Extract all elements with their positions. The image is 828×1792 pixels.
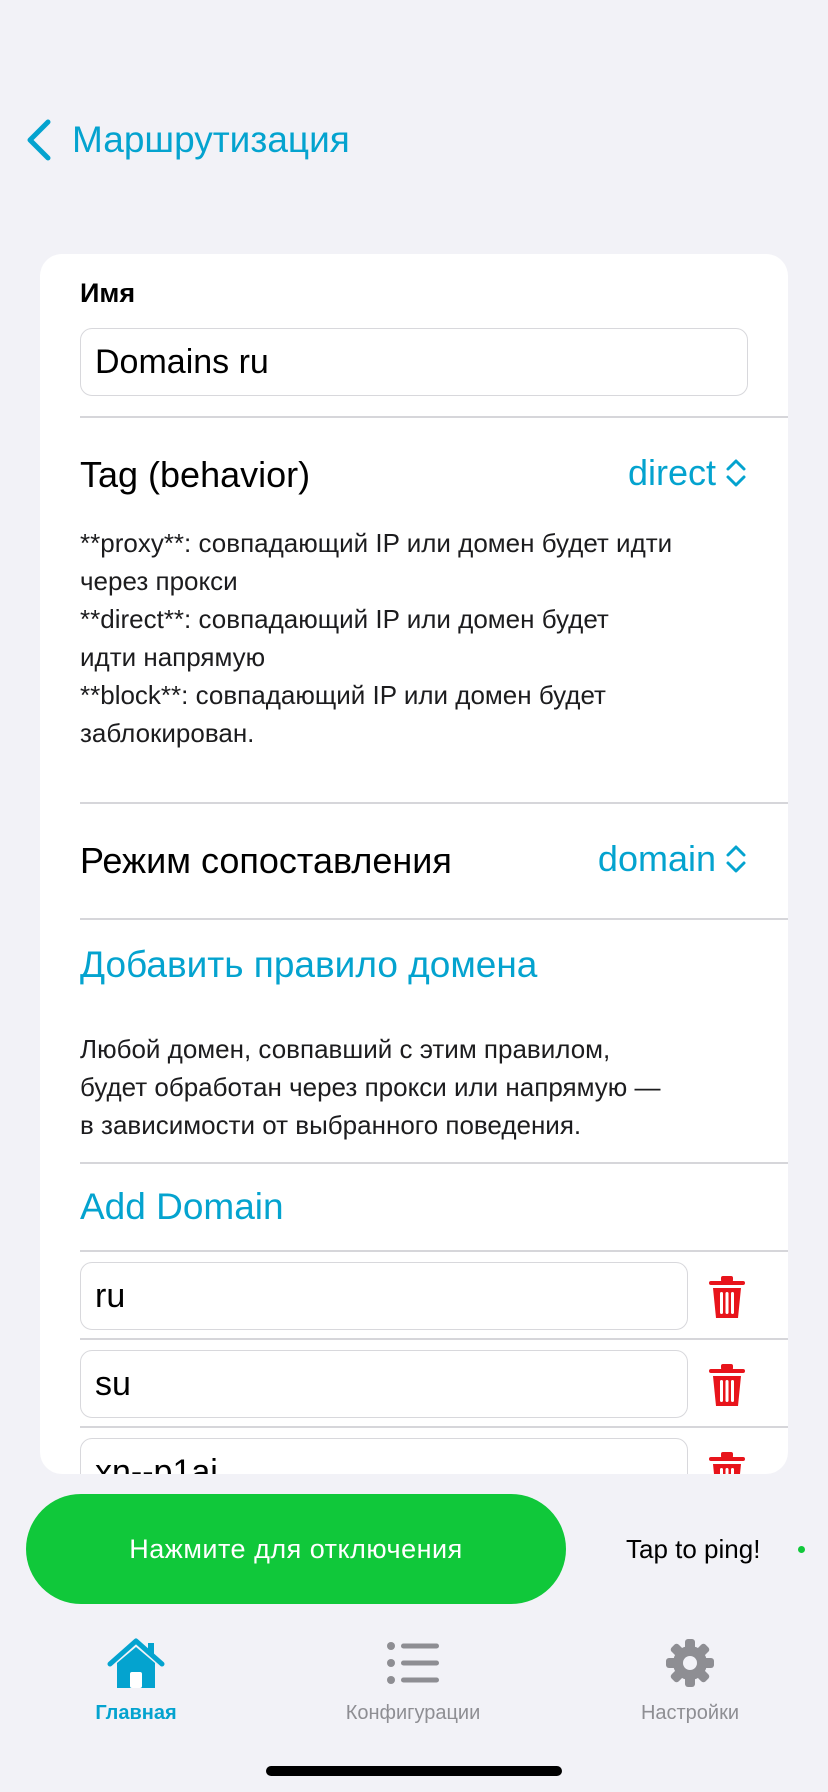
trash-icon[interactable] <box>706 1450 748 1474</box>
chevron-left-icon <box>27 119 51 161</box>
status-dot <box>798 1546 805 1553</box>
separator <box>80 1250 788 1252</box>
chevron-up-down-icon <box>726 845 746 873</box>
match-mode-label: Режим сопоставления <box>80 840 452 881</box>
trash-icon[interactable] <box>706 1362 748 1408</box>
separator <box>80 416 788 418</box>
tab-settings[interactable]: Настройки <box>590 1636 790 1725</box>
tab-home[interactable]: Главная <box>36 1636 236 1725</box>
domain-input[interactable] <box>80 1262 688 1330</box>
domain-input[interactable] <box>80 1350 688 1418</box>
list-icon <box>387 1642 439 1684</box>
name-input[interactable] <box>80 328 748 396</box>
domain-input[interactable] <box>80 1438 688 1474</box>
add-domain-rule-button[interactable]: Добавить правило домена <box>80 944 537 986</box>
nav-title: Маршрутизация <box>72 119 350 160</box>
separator <box>80 802 788 804</box>
rule-description: Любой домен, совпавший с этим правилом, … <box>80 1030 760 1144</box>
ping-button[interactable]: Tap to ping! <box>626 1534 760 1565</box>
tag-description-line: **proxy**: совпадающий IP или домен буде… <box>80 528 673 558</box>
tag-description-line: через прокси <box>80 566 238 596</box>
rule-description-line: в зависимости от выбранного поведения. <box>80 1110 582 1140</box>
separator <box>80 918 788 920</box>
tag-description-line: идти напрямую <box>80 642 266 672</box>
match-mode-picker[interactable]: domain <box>598 838 748 880</box>
add-domain-button[interactable]: Add Domain <box>80 1186 284 1228</box>
tag-description-line: **direct**: совпадающий IP или домен буд… <box>80 604 609 634</box>
tab-configurations[interactable]: Конфигурации <box>313 1636 513 1725</box>
rule-description-line: Любой домен, совпавший с этим правилом, <box>80 1034 611 1064</box>
separator <box>80 1426 788 1428</box>
tag-picker-value: direct <box>627 452 716 493</box>
tag-description-line: **block**: совпадающий IP или домен буде… <box>80 680 606 710</box>
home-indicator <box>266 1766 562 1776</box>
disconnect-button-label: Нажмите для отключения <box>129 1533 463 1564</box>
tag-description-line: заблокирован. <box>80 718 255 748</box>
separator <box>80 1162 788 1164</box>
trash-icon[interactable] <box>706 1274 748 1320</box>
chevron-up-down-icon <box>726 459 746 487</box>
tab-settings-label: Настройки <box>640 1702 740 1724</box>
tab-configurations-label: Конфигурации <box>345 1702 481 1724</box>
disconnect-button[interactable]: Нажмите для отключения <box>26 1494 566 1604</box>
back-button[interactable]: Маршрутизация <box>24 112 350 168</box>
match-mode-value: domain <box>597 838 716 879</box>
gear-icon <box>666 1639 714 1687</box>
house-icon <box>107 1638 165 1688</box>
tag-description: **proxy**: совпадающий IP или домен буде… <box>80 524 760 752</box>
rule-description-line: будет обработан через прокси или напряму… <box>80 1072 661 1102</box>
tag-picker[interactable]: direct <box>628 452 748 494</box>
separator <box>80 1338 788 1340</box>
tag-label: Tag (behavior) <box>80 454 311 495</box>
tab-home-label: Главная <box>95 1702 177 1724</box>
routing-form-card: Имя Tag (behavior) direct **proxy**: сов… <box>40 254 788 1474</box>
name-label: Имя <box>80 278 136 308</box>
